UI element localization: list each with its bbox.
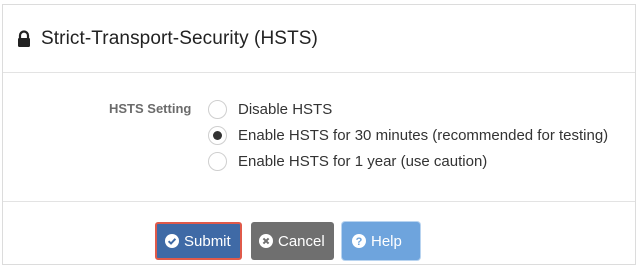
radio-option-disable[interactable]: Disable HSTS: [208, 97, 608, 121]
radio-button[interactable]: [208, 151, 227, 171]
radio-option-30-minutes[interactable]: Enable HSTS for 30 minutes (recommended …: [208, 123, 608, 147]
submit-label: Submit: [184, 232, 231, 250]
lock-icon: [17, 29, 31, 48]
svg-text:?: ?: [356, 236, 363, 248]
help-label: Help: [371, 232, 402, 250]
radio-label: Enable HSTS for 30 minutes (recommended …: [238, 126, 609, 144]
cancel-label: Cancel: [278, 232, 325, 250]
radio-button[interactable]: [208, 99, 227, 119]
times-circle-icon: [259, 234, 273, 248]
panel-title: Strict-Transport-Security (HSTS): [41, 27, 318, 49]
cancel-button[interactable]: Cancel: [251, 222, 334, 260]
radio-button-selected[interactable]: [208, 125, 227, 145]
radio-selected-dot: [213, 130, 222, 140]
hsts-panel: Strict-Transport-Security (HSTS) HSTS Se…: [2, 4, 636, 265]
panel-header: Strict-Transport-Security (HSTS): [3, 5, 635, 73]
question-circle-icon: ?: [352, 234, 366, 248]
submit-button[interactable]: Submit: [155, 222, 242, 260]
hsts-radio-group: Disable HSTS Enable HSTS for 30 minutes …: [208, 97, 608, 175]
radio-label: Disable HSTS: [238, 100, 333, 118]
form-footer: Submit Cancel ? Help: [3, 201, 635, 265]
help-button[interactable]: ? Help: [342, 222, 420, 260]
check-circle-icon: [165, 234, 179, 248]
radio-label: Enable HSTS for 1 year (use caution): [238, 152, 488, 170]
hsts-setting-label: HSTS Setting: [109, 101, 192, 116]
radio-option-1-year[interactable]: Enable HSTS for 1 year (use caution): [208, 149, 608, 173]
